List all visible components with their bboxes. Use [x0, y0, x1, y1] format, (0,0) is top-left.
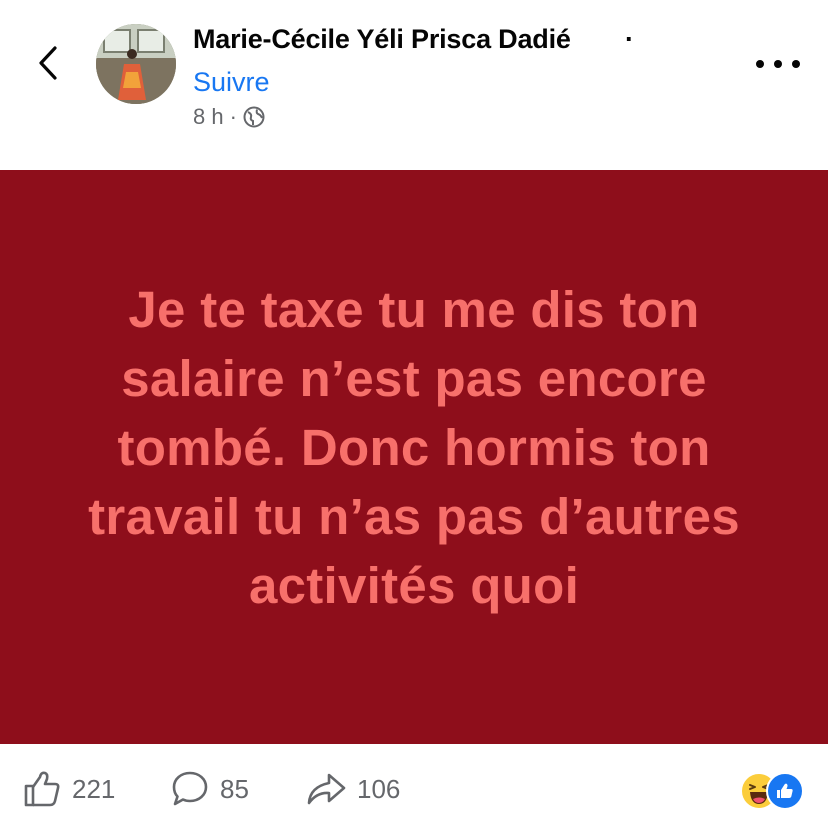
post-meta: 8 h · [193, 104, 265, 130]
share-button[interactable]: 106 [305, 764, 400, 814]
post-timestamp[interactable]: 8 h [193, 104, 224, 130]
avatar-photo [96, 24, 176, 104]
share-arrow-icon [307, 773, 346, 805]
like-icon [766, 772, 804, 810]
shares-count: 106 [357, 773, 401, 804]
like-thumb [777, 783, 793, 798]
back-button[interactable] [28, 38, 68, 88]
post-actions-bar: 221 85 106 [0, 744, 828, 834]
likes-count: 221 [72, 773, 116, 804]
more-dots-icon [756, 60, 764, 68]
comments-count: 85 [220, 773, 249, 804]
globe-icon [243, 106, 265, 128]
post-background[interactable]: Je te taxe tu me dis ton salaire n’est p… [0, 170, 828, 744]
post-text: Je te taxe tu me dis ton salaire n’est p… [88, 280, 740, 614]
chevron-left-icon [39, 46, 57, 80]
thumbs-up-icon [24, 771, 60, 807]
more-options-button[interactable] [756, 52, 800, 76]
more-dot [774, 60, 782, 68]
name-separator: · [625, 24, 634, 54]
post-header: Marie-Cécile Yéli Prisca Dadié · Suivre … [0, 0, 828, 170]
comment-icon [172, 771, 208, 806]
like-button[interactable]: 221 [22, 764, 115, 814]
author-name[interactable]: Marie-Cécile Yéli Prisca Dadié [193, 24, 571, 55]
reactions-summary[interactable] [740, 772, 804, 810]
comment-button[interactable]: 85 [170, 764, 249, 814]
follow-button[interactable]: Suivre [193, 67, 270, 98]
meta-separator: · [229, 104, 237, 129]
author-avatar[interactable] [96, 24, 176, 104]
more-dot [792, 60, 800, 68]
